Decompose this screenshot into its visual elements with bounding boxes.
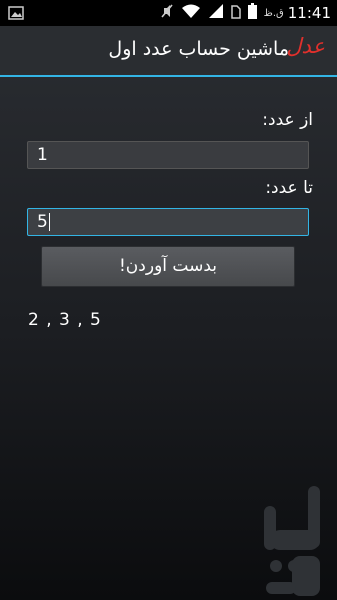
signal-icon — [208, 3, 224, 23]
bazaar-logo-watermark — [262, 486, 324, 596]
text-cursor — [48, 213, 50, 231]
app-title: ماشین حساب عدد اول — [108, 38, 289, 60]
to-number-field[interactable]: 5 — [27, 208, 309, 236]
status-bar: ق.ظ 11:41 — [0, 0, 337, 26]
from-number-field[interactable]: 1 — [27, 141, 309, 169]
from-number-value: 1 — [37, 145, 48, 165]
image-notification-icon — [8, 5, 24, 24]
result-text: 2 , 3 , 5 — [28, 310, 102, 330]
status-ampm: ق.ظ — [263, 7, 284, 19]
wifi-icon — [181, 3, 201, 23]
app-logo[interactable]: عدل — [286, 34, 325, 58]
sim-icon — [230, 4, 241, 23]
battery-icon — [247, 3, 257, 23]
compute-primes-button[interactable]: بدست آوردن! — [41, 246, 295, 287]
to-number-value: 5 — [37, 212, 48, 232]
status-time: 11:41 — [287, 4, 331, 22]
from-number-label: از عدد: — [262, 110, 313, 130]
action-bar: ماشین حساب عدد اول عدل — [0, 26, 337, 77]
muted-icon — [160, 3, 174, 23]
to-number-label: تا عدد: — [265, 178, 313, 198]
